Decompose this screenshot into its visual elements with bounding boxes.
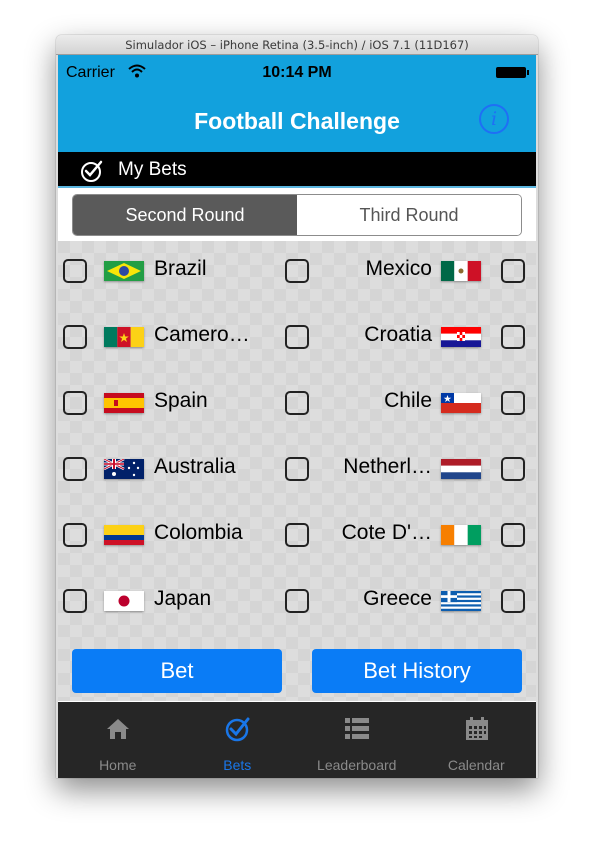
draw-checkbox[interactable]: [285, 325, 309, 349]
match-row: Japan Greece: [58, 587, 536, 617]
device-screen: Carrier 10:14 PM Football Challenge i My…: [58, 55, 536, 778]
away-checkbox[interactable]: [501, 457, 525, 481]
section-title: My Bets: [118, 159, 187, 180]
away-checkbox[interactable]: [501, 523, 525, 547]
draw-checkbox[interactable]: [285, 589, 309, 613]
match-row: Colombia Cote D'…: [58, 521, 536, 551]
home-checkbox[interactable]: [63, 457, 87, 481]
home-team-name: Camero…: [154, 323, 250, 346]
draw-checkbox[interactable]: [285, 523, 309, 547]
round-segmented-control: Second Round Third Round: [72, 194, 522, 236]
home-flag-icon: [104, 591, 144, 611]
window-titlebar: Simulador iOS – iPhone Retina (3.5-inch)…: [56, 35, 538, 55]
away-flag-icon: [441, 591, 481, 611]
tab-bets[interactable]: Bets: [178, 702, 298, 778]
home-team-name: Australia: [154, 455, 236, 478]
status-bar: Carrier 10:14 PM: [58, 55, 536, 89]
simulator-window: Simulador iOS – iPhone Retina (3.5-inch)…: [56, 35, 538, 778]
away-flag-icon: [441, 459, 481, 479]
segment-third-round[interactable]: Third Round: [297, 195, 521, 235]
away-team-name: Chile: [384, 389, 432, 412]
checkmark-circle-icon: [81, 160, 103, 182]
match-row: Spain Chile: [58, 389, 536, 419]
info-icon[interactable]: i: [479, 104, 509, 134]
away-checkbox[interactable]: [501, 259, 525, 283]
away-checkbox[interactable]: [501, 325, 525, 349]
tab-home[interactable]: Home: [58, 702, 178, 778]
clock: 10:14 PM: [262, 64, 332, 81]
home-icon: [107, 719, 129, 739]
home-team-name: Brazil: [154, 257, 207, 280]
match-list: Brazil Mexico Camero… Croatia Spain Chile Aust…: [58, 241, 536, 701]
match-row: Camero… Croatia: [58, 323, 536, 353]
tab-bar: Home Bets Leaderboard Calendar: [58, 702, 536, 778]
tab-label-home: Home: [99, 757, 137, 773]
home-checkbox[interactable]: [63, 589, 87, 613]
home-checkbox[interactable]: [63, 523, 87, 547]
away-team-name: Netherl…: [343, 455, 432, 478]
home-flag-icon: [104, 525, 144, 545]
home-flag-icon: [104, 393, 144, 413]
tab-label-leaderboard: Leaderboard: [317, 757, 397, 773]
home-checkbox[interactable]: [63, 391, 87, 415]
battery-icon: [496, 67, 529, 78]
tab-leaderboard[interactable]: Leaderboard: [297, 702, 417, 778]
home-team-name: Japan: [154, 587, 212, 610]
calendar-icon: [465, 717, 488, 740]
section-header: My Bets: [58, 152, 536, 188]
home-checkbox[interactable]: [63, 259, 87, 283]
home-flag-icon: [104, 327, 144, 347]
app-title: Football Challenge: [194, 108, 400, 134]
checkmark-circle-icon: [225, 717, 249, 742]
segment-second-round[interactable]: Second Round: [73, 195, 297, 235]
home-flag-icon: [104, 459, 144, 479]
away-team-name: Mexico: [365, 257, 432, 280]
bet-history-button[interactable]: Bet History: [312, 649, 522, 693]
list-icon: [345, 718, 369, 739]
match-row: Australia Netherl…: [58, 455, 536, 485]
away-team-name: Cote D'…: [341, 521, 432, 544]
match-row: Brazil Mexico: [58, 257, 536, 287]
bet-button[interactable]: Bet: [72, 649, 282, 693]
tab-label-bets: Bets: [223, 757, 252, 773]
round-selector-bar: Second Round Third Round: [58, 188, 536, 241]
nav-bar: Football Challenge i: [58, 89, 536, 152]
away-flag-icon: [441, 393, 481, 413]
away-checkbox[interactable]: [501, 391, 525, 415]
home-team-name: Colombia: [154, 521, 243, 544]
away-flag-icon: [441, 261, 481, 281]
away-flag-icon: [441, 525, 481, 545]
home-team-name: Spain: [154, 389, 208, 412]
draw-checkbox[interactable]: [285, 259, 309, 283]
away-flag-icon: [441, 327, 481, 347]
away-team-name: Greece: [363, 587, 432, 610]
tab-label-calendar: Calendar: [447, 757, 505, 773]
tab-calendar[interactable]: Calendar: [417, 702, 537, 778]
draw-checkbox[interactable]: [285, 457, 309, 481]
away-team-name: Croatia: [364, 323, 432, 346]
home-checkbox[interactable]: [63, 325, 87, 349]
away-checkbox[interactable]: [501, 589, 525, 613]
draw-checkbox[interactable]: [285, 391, 309, 415]
home-flag-icon: [104, 261, 144, 281]
